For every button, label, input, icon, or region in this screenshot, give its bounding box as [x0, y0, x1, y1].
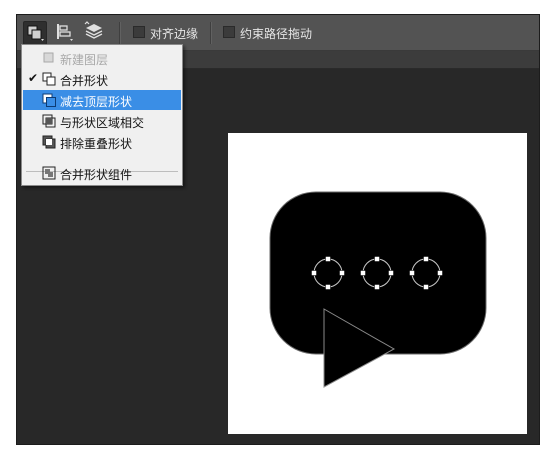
- menu-item-label: 减去顶层形状: [60, 95, 133, 109]
- checkmark-icon: ✔: [28, 71, 39, 85]
- screenshot-frame: 对齐边缘 约束路径拖动 新建图层 ✔ 合并形状 减去顶层形状 与形状区域相交 排…: [0, 0, 551, 455]
- menu-item-label: 合并形状: [60, 74, 109, 88]
- menu-item-label: 合并形状组件: [60, 168, 133, 182]
- menu-item-intersect-shape-areas[interactable]: 与形状区域相交: [23, 111, 181, 131]
- path-alignment-button[interactable]: [53, 21, 77, 45]
- path-arrangement-button[interactable]: [83, 21, 107, 45]
- intersect-shape-areas-icon: [42, 114, 56, 128]
- menu-item-subtract-front-shape[interactable]: 减去顶层形状: [23, 90, 181, 110]
- combine-shapes-icon: [42, 72, 56, 86]
- speech-bubble-shape: [269, 191, 487, 355]
- merge-shape-components-icon: [42, 166, 56, 180]
- align-edges-checkbox[interactable]: [133, 26, 145, 38]
- path-operations-menu: 新建图层 ✔ 合并形状 减去顶层形状 与形状区域相交 排除重叠形状 合并形状组件: [21, 44, 183, 186]
- document-canvas[interactable]: [228, 133, 527, 434]
- constrain-path-dragging-checkbox[interactable]: [223, 26, 235, 38]
- toolbar-separator: [119, 22, 121, 44]
- constrain-path-dragging-label: 约束路径拖动: [240, 27, 313, 41]
- menu-item-merge-shape-components[interactable]: 合并形状组件: [23, 163, 181, 183]
- subtract-front-shape-icon: [42, 93, 56, 107]
- align-edges-label: 对齐边缘: [150, 27, 199, 41]
- path-operations-button[interactable]: [23, 21, 47, 45]
- menu-item-combine-shapes[interactable]: ✔ 合并形状: [23, 69, 181, 89]
- photoshop-window: 对齐边缘 约束路径拖动 新建图层 ✔ 合并形状 减去顶层形状 与形状区域相交 排…: [16, 14, 540, 445]
- toolbar-separator: [210, 22, 212, 44]
- menu-item-label: 与形状区域相交: [60, 116, 145, 130]
- exclude-overlapping-shapes-icon: [42, 135, 56, 149]
- new-layer-icon: [42, 51, 56, 65]
- menu-item-label: 新建图层: [60, 53, 109, 67]
- menu-item-label: 排除重叠形状: [60, 137, 133, 151]
- menu-item-exclude-overlapping-shapes[interactable]: 排除重叠形状: [23, 132, 181, 152]
- menu-item-new-layer[interactable]: 新建图层: [23, 48, 181, 68]
